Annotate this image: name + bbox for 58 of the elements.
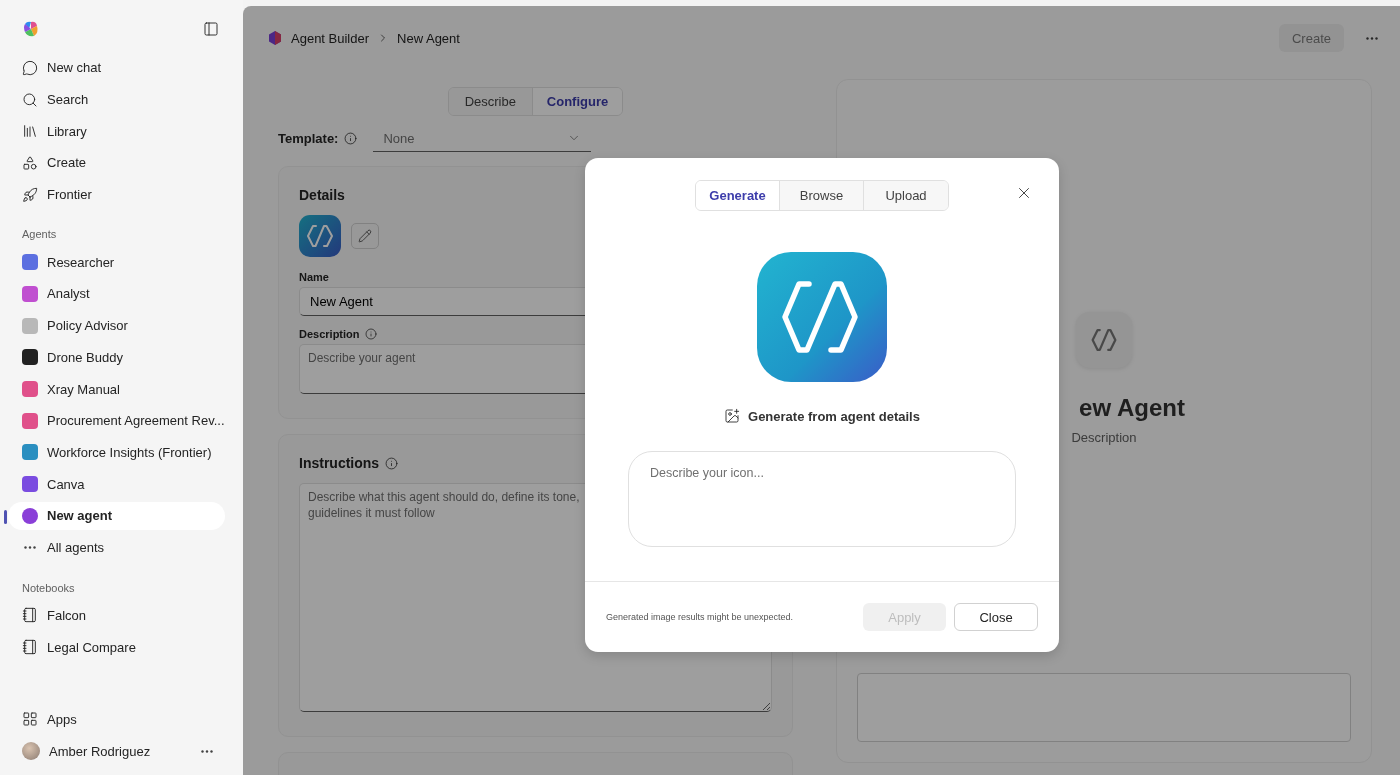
nav-item[interactable]: Apps [8,703,225,736]
nav-item[interactable]: Frontier [8,178,225,211]
nav-item[interactable]: Library [8,115,225,148]
notebook-item[interactable]: Falcon [8,599,225,632]
more-icon[interactable] [201,749,213,753]
breadcrumb-current: New Agent [397,30,460,46]
nav-item[interactable]: All agents [8,531,225,564]
agent-item[interactable]: Xray Manual [8,373,225,405]
breadcrumb-link[interactable]: Agent Builder [291,30,370,46]
field-label: Name [299,271,329,283]
agent-item[interactable]: Canva [8,468,225,500]
rocket-icon [22,186,38,203]
nav-item[interactable]: New chat [8,52,225,84]
agent-item[interactable]: Drone Buddy [8,341,225,374]
template-label: Template: [278,131,339,146]
shapes-icon [22,154,38,171]
more-icon [24,546,36,550]
apps-icon [22,711,38,728]
more-icon [1366,36,1378,40]
preview-title: ew Agent [1079,394,1185,422]
nav-item[interactable]: Create [8,147,225,179]
edit-button[interactable] [351,223,379,249]
nav-item[interactable]: Search [8,83,225,116]
info-icon[interactable] [344,132,358,145]
agent-logo-icon [299,215,341,257]
preview-subtitle: Description [1071,430,1137,445]
icon-prompt-field[interactable]: Describe your icon... [628,451,1016,547]
notebook-icon [22,607,38,624]
agent-logo-icon [757,252,887,382]
card-title: Instructions [299,455,380,471]
generate-link[interactable]: Generate from agent details [748,408,920,424]
user-item[interactable]: Amber Rodriguez [8,735,225,767]
chat-input[interactable] [857,673,1351,742]
agent-item[interactable]: Workforce Insights (Frontier) [8,436,225,469]
template-dropdown[interactable]: None [373,125,592,152]
agent-item[interactable]: Researcher [8,246,225,279]
notebook-icon [22,639,38,656]
agent-item[interactable]: Procurement Agreement Rev... [8,404,225,437]
library-icon [22,123,38,140]
dialog-tab[interactable]: Generate [696,181,780,210]
chat-icon [22,59,38,76]
info-icon[interactable] [385,456,399,470]
close-button[interactable]: Close [954,603,1038,631]
section-heading: Agents [21,227,58,243]
search-icon [22,91,38,108]
sidebar-toggle-icon[interactable] [203,21,219,37]
image-sparkle-icon[interactable] [724,408,740,424]
field-label: Description [299,328,360,340]
agent-item[interactable]: Analyst [8,278,225,310]
agent-item[interactable]: Policy Advisor [8,309,225,342]
notebook-item[interactable]: Legal Compare [8,631,225,663]
card-title: Details [299,187,345,203]
pencil-icon [358,229,372,243]
app-logo-icon[interactable] [22,20,40,38]
agent-builder-icon [267,30,283,46]
avatar [22,742,40,761]
info-icon[interactable] [364,328,377,340]
section-heading: Notebooks [21,580,76,596]
